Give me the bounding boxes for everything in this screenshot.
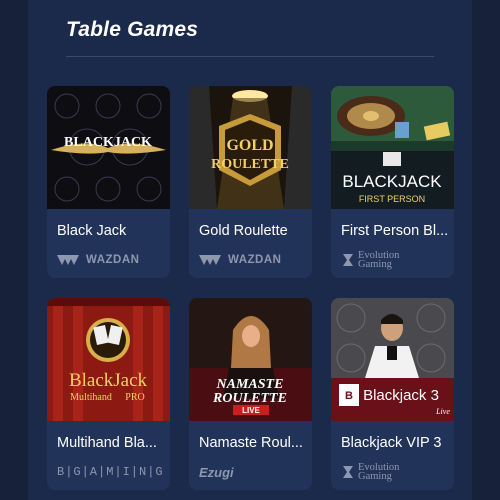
evolution-logo-icon — [343, 254, 353, 266]
thumb-text: NAMASTE — [216, 377, 284, 392]
game-card-gold-roulette[interactable]: GOLD ROULETTE Gold Roulette WAZDAN — [189, 86, 312, 278]
section-title: Table Games — [66, 18, 199, 41]
provider-name: Evolution Gaming — [358, 250, 399, 270]
thumb-text: Blackjack 3 — [363, 387, 439, 404]
provider-name-line-2: Gaming — [358, 259, 392, 270]
game-thumbnail[interactable]: B Blackjack 3 Live — [331, 298, 454, 421]
provider-name: WAZDAN — [228, 254, 282, 266]
wazdan-logo-icon — [57, 255, 79, 265]
game-thumbnail[interactable]: BlackJack Multihand PRO — [47, 298, 170, 421]
section-divider — [66, 56, 434, 57]
game-title[interactable]: Gold Roulette — [199, 223, 305, 239]
provider-name-line-2: Gaming — [358, 471, 392, 482]
provider-logo: WAZDAN — [57, 250, 139, 270]
game-thumbnail[interactable]: BLACKJACK FIRST PERSON — [331, 86, 454, 209]
thumb-text: BLACKJACK — [64, 135, 152, 150]
thumb-text: BlackJack — [69, 370, 148, 391]
game-card-blackjack-vip-3[interactable]: B Blackjack 3 Live Blackjack VIP 3 Evolu… — [331, 298, 454, 490]
thumb-text: LIVE — [242, 406, 260, 415]
svg-text:B: B — [345, 390, 353, 402]
games-panel: Table Games BLACKJACK Black Jack WAZDAN — [28, 0, 472, 500]
ezugi-logo-icon: Ezugi — [199, 464, 234, 480]
game-card-multihand-blackjack[interactable]: BlackJack Multihand PRO Multihand Bla...… — [47, 298, 170, 490]
game-title[interactable]: First Person Bl... — [341, 223, 447, 239]
game-title[interactable]: Black Jack — [57, 223, 163, 239]
game-card-first-person-blackjack[interactable]: BLACKJACK FIRST PERSON First Person Bl..… — [331, 86, 454, 278]
provider-logo: Evolution Gaming — [341, 462, 399, 482]
thumb-text: ROULETTE — [212, 391, 287, 406]
evolution-logo-icon — [343, 466, 353, 478]
game-thumbnail[interactable]: BLACKJACK — [47, 86, 170, 209]
game-title[interactable]: Multihand Bla... — [57, 435, 163, 451]
thumb-text: BLACKJACK — [342, 172, 442, 191]
wazdan-logo-icon — [199, 255, 221, 265]
thumb-text: Multihand — [70, 392, 112, 403]
game-card-namaste-roulette[interactable]: NAMASTE ROULETTE LIVE Namaste Roul... Ez… — [189, 298, 312, 490]
game-thumbnail[interactable]: NAMASTE ROULETTE LIVE — [189, 298, 312, 421]
thumb-text: GOLD — [226, 137, 273, 154]
provider-name: Evolution Gaming — [358, 462, 399, 482]
game-thumbnail[interactable]: GOLD ROULETTE — [189, 86, 312, 209]
thumb-text: Live — [435, 407, 450, 416]
provider-logo: B|G|A|M|I|N|G — [57, 462, 164, 482]
thumb-text: ROULETTE — [211, 157, 289, 172]
game-card-black-jack[interactable]: BLACKJACK Black Jack WAZDAN — [47, 86, 170, 278]
provider-logo: WAZDAN — [199, 250, 281, 270]
provider-logo: Evolution Gaming — [341, 250, 399, 270]
provider-logo: Ezugi — [199, 462, 234, 482]
thumb-text: FIRST PERSON — [359, 194, 425, 204]
thumb-text: PRO — [125, 392, 144, 403]
provider-name: WAZDAN — [86, 254, 140, 266]
game-title[interactable]: Namaste Roul... — [199, 435, 305, 451]
bgaming-logo-icon: B|G|A|M|I|N|G — [57, 465, 164, 479]
game-title[interactable]: Blackjack VIP 3 — [341, 435, 447, 451]
